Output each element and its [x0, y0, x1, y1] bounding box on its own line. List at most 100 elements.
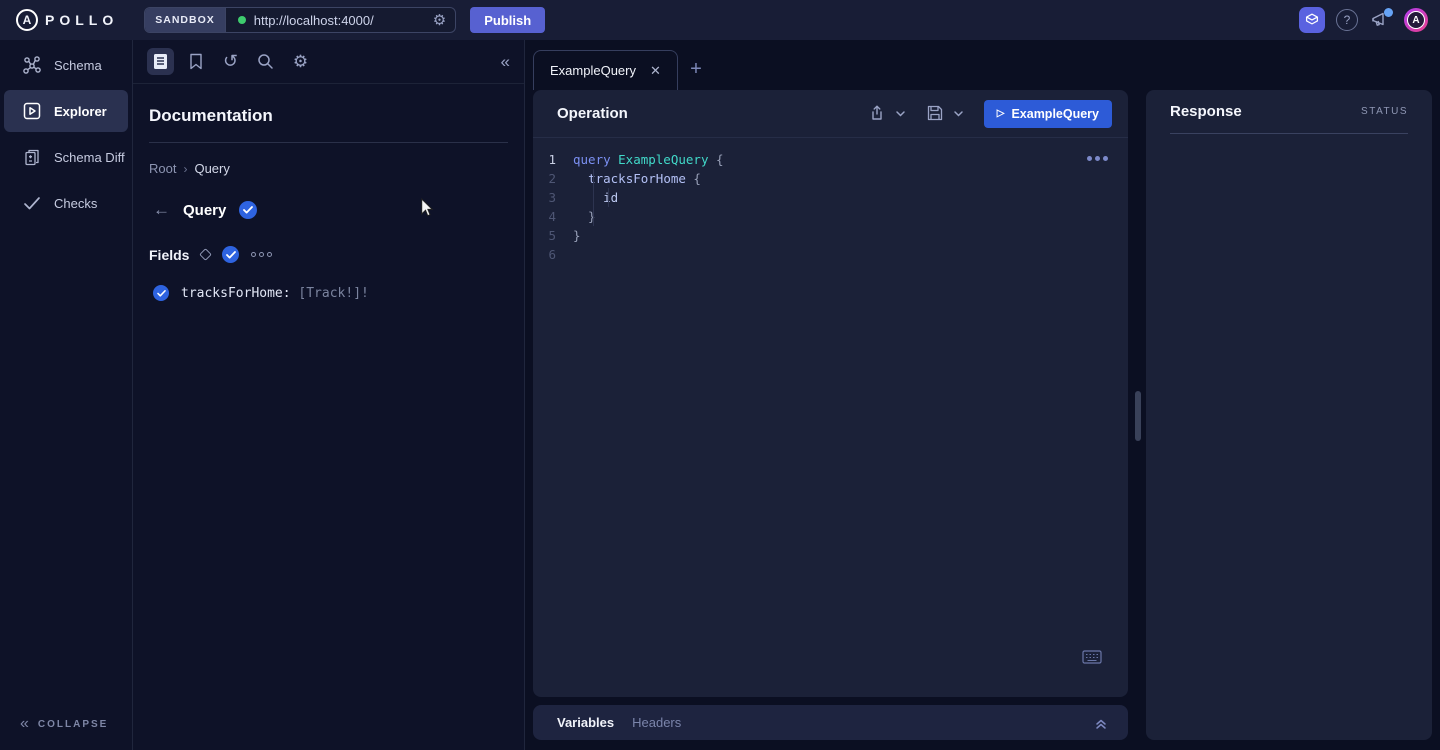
type-selected-check-icon[interactable]	[239, 201, 257, 219]
left-nav-sidebar: Schema Explorer Schema Diff Checks « COL…	[0, 40, 133, 750]
history-button[interactable]: ↺	[217, 48, 244, 75]
user-avatar[interactable]: A	[1404, 8, 1428, 32]
operation-title: Operation	[557, 105, 628, 122]
code-line[interactable]: 4 }	[533, 207, 1128, 226]
search-button[interactable]	[252, 48, 279, 75]
connection-status-dot	[238, 16, 246, 24]
apollo-logo-word: POLLO	[45, 12, 118, 28]
explorer-settings-button[interactable]: ⚙	[287, 48, 314, 75]
indent-guide	[608, 188, 609, 207]
avatar-letter: A	[1407, 11, 1425, 29]
documentation-tab-button[interactable]	[147, 48, 174, 75]
field-name: tracksForHome:	[181, 286, 291, 301]
publish-button[interactable]: Publish	[470, 7, 545, 33]
field-list-item[interactable]: tracksForHome: [Track!]!	[153, 285, 508, 301]
line-number: 6	[533, 245, 573, 264]
query-editor[interactable]: 1query ExampleQuery {2 tracksForHome {3 …	[533, 138, 1128, 678]
double-chevron-left-icon: «	[20, 716, 29, 732]
panel-collapse-button[interactable]: «	[501, 52, 510, 72]
run-button-label: ExampleQuery	[1011, 107, 1099, 121]
breadcrumb-separator: ›	[183, 162, 187, 176]
explorer-play-icon	[22, 101, 42, 121]
line-number: 2	[533, 169, 573, 188]
topbar: A POLLO SANDBOX http://localhost:4000/ ⚙…	[0, 0, 1440, 40]
fields-options-icon[interactable]	[251, 252, 272, 257]
sidebar-item-label: Schema Diff	[54, 150, 125, 165]
saved-operations-button[interactable]	[182, 48, 209, 75]
line-number: 3	[533, 188, 573, 207]
notification-dot	[1384, 8, 1393, 17]
sidebar-item-schema[interactable]: Schema	[4, 44, 128, 86]
sidebar-item-label: Checks	[54, 196, 97, 211]
field-selected-check-icon[interactable]	[153, 285, 169, 301]
code-line[interactable]: 5}	[533, 226, 1128, 245]
tab-headers[interactable]: Headers	[632, 715, 681, 730]
bookmark-icon	[189, 53, 203, 70]
apollo-logo-icon: A	[16, 9, 38, 31]
help-button[interactable]: ?	[1336, 9, 1358, 31]
double-chevron-left-icon: «	[501, 52, 510, 71]
panel-resize-handle[interactable]	[1135, 391, 1141, 441]
line-number: 4	[533, 207, 573, 226]
documentation-title: Documentation	[149, 106, 508, 143]
response-header: Response STATUS	[1170, 90, 1408, 134]
checks-icon	[22, 193, 42, 213]
new-tab-button[interactable]: +	[683, 56, 709, 82]
breadcrumb: Root › Query	[149, 161, 508, 176]
search-icon	[257, 53, 274, 70]
save-dropdown-chevron-icon[interactable]	[953, 108, 965, 120]
schema-graph-icon	[22, 55, 42, 75]
sidebar-collapse-button[interactable]: « COLLAPSE	[20, 716, 108, 732]
field-type: [Track!]!	[291, 286, 369, 301]
code-line[interactable]: 1query ExampleQuery {	[533, 150, 1128, 169]
expand-diamond-icon[interactable]	[200, 248, 213, 261]
sidebar-item-explorer[interactable]: Explorer	[4, 90, 128, 132]
tab-label: ExampleQuery	[550, 63, 636, 78]
sandbox-mode-button[interactable]	[1299, 7, 1325, 33]
code-line[interactable]: 3 id	[533, 188, 1128, 207]
response-title: Response	[1170, 103, 1242, 120]
keyboard-shortcuts-icon[interactable]	[1082, 650, 1102, 664]
documentation-toolbar: ↺ ⚙ «	[133, 40, 524, 84]
code-line[interactable]: 6	[533, 245, 1128, 264]
variables-headers-bar: Variables Headers	[533, 705, 1128, 740]
fields-label: Fields	[149, 247, 189, 263]
line-number: 5	[533, 226, 573, 245]
code-line[interactable]: 2 tracksForHome {	[533, 169, 1128, 188]
sidebar-item-label: Explorer	[54, 104, 107, 119]
line-number: 1	[533, 150, 573, 169]
apollo-logo: A POLLO	[16, 9, 118, 31]
sidebar-item-checks[interactable]: Checks	[4, 182, 128, 224]
expand-panel-icon[interactable]	[1094, 716, 1108, 730]
fields-header-row: Fields	[149, 246, 508, 263]
breadcrumb-current: Query	[194, 161, 229, 176]
run-query-button[interactable]: ▷ ExampleQuery	[984, 100, 1112, 128]
type-header-row: ← Query	[153, 200, 508, 220]
editor-options-icon[interactable]	[1087, 156, 1108, 161]
sandbox-cube-icon	[1303, 11, 1321, 29]
save-icon[interactable]	[926, 104, 946, 124]
sidebar-item-schema-diff[interactable]: Schema Diff	[4, 136, 128, 178]
history-clock-icon: ↺	[223, 51, 238, 72]
announcements-button[interactable]	[1369, 8, 1393, 32]
back-arrow-icon[interactable]: ←	[153, 200, 170, 220]
gear-icon: ⚙	[293, 52, 308, 72]
tab-variables[interactable]: Variables	[557, 715, 614, 730]
select-all-fields-check-icon[interactable]	[222, 246, 239, 263]
endpoint-group: SANDBOX http://localhost:4000/ ⚙	[144, 7, 456, 33]
operation-header: Operation	[533, 90, 1128, 138]
schema-diff-icon	[22, 147, 42, 167]
sidebar-item-label: Schema	[54, 58, 102, 73]
run-triangle-icon: ▷	[997, 108, 1005, 119]
type-name: Query	[183, 202, 226, 219]
tab-close-icon[interactable]: ✕	[650, 63, 661, 79]
share-icon[interactable]	[868, 104, 888, 124]
document-icon	[153, 53, 168, 70]
endpoint-settings-icon[interactable]: ⚙	[424, 11, 455, 29]
operation-panel: Operation	[533, 90, 1128, 697]
response-status-label: STATUS	[1361, 106, 1408, 117]
endpoint-url-input[interactable]: http://localhost:4000/	[254, 13, 424, 28]
breadcrumb-root[interactable]: Root	[149, 161, 176, 176]
tab-example-query[interactable]: ExampleQuery ✕	[533, 50, 678, 90]
share-dropdown-chevron-icon[interactable]	[895, 108, 907, 120]
